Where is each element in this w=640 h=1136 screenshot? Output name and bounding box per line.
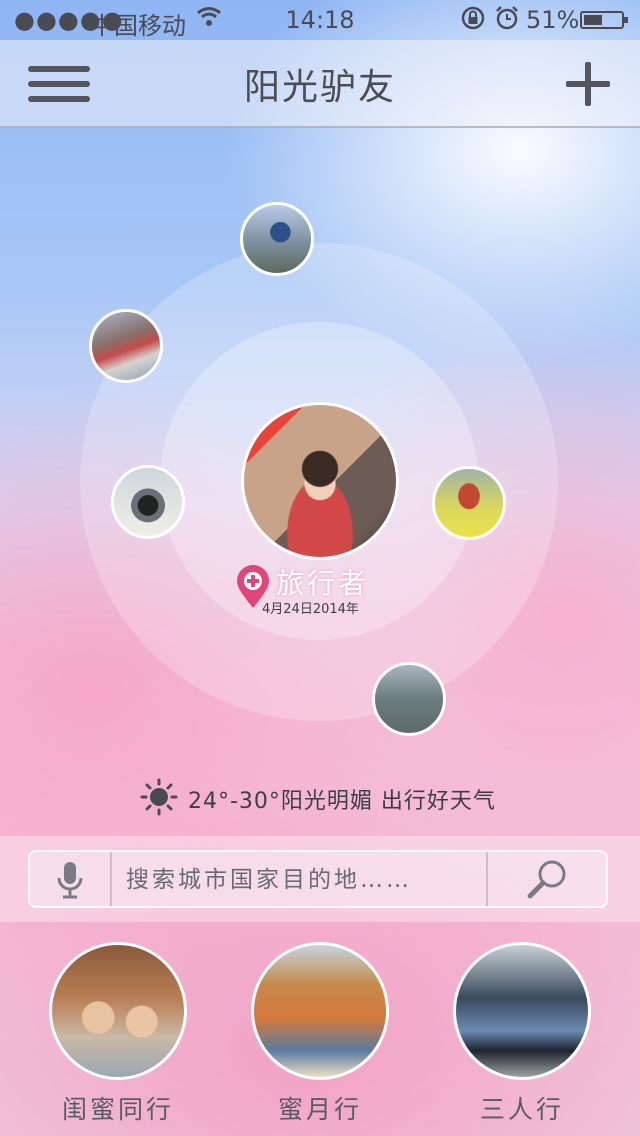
category-besties[interactable]: 闺蜜同行 [48, 942, 188, 1126]
search-input[interactable] [124, 852, 488, 908]
add-button[interactable] [566, 62, 610, 106]
category-photo [49, 942, 187, 1080]
category-photo [453, 942, 591, 1080]
category-trio[interactable]: 三人行 [452, 942, 592, 1126]
search-button[interactable] [486, 852, 606, 906]
category-label: 蜜月行 [277, 1095, 362, 1124]
rotation-lock-icon [460, 5, 486, 37]
featured-traveler-photo[interactable] [241, 402, 399, 560]
search-bar [28, 850, 608, 908]
sun-icon [140, 778, 178, 816]
battery-icon [580, 11, 628, 29]
microphone-icon [56, 860, 84, 904]
category-label: 三人行 [479, 1095, 564, 1124]
traveler-date: 4月24日2014年 [262, 602, 359, 617]
weather-text: 24°-30°阳光明媚 出行好天气 [188, 789, 496, 814]
traveler-label: 旅行者 [276, 567, 370, 600]
category-label: 闺蜜同行 [61, 1095, 174, 1124]
voice-search-button[interactable] [30, 852, 112, 906]
traveler-avatar-4[interactable] [432, 466, 506, 540]
category-photo [251, 942, 389, 1080]
traveler-avatar-1[interactable] [240, 202, 314, 276]
traveler-avatar-2[interactable] [89, 309, 163, 383]
battery-fill [584, 15, 602, 25]
traveler-avatar-5[interactable] [372, 662, 446, 736]
alarm-icon [494, 5, 520, 37]
magnifier-icon [526, 858, 568, 904]
nav-bar: 阳光驴友 [0, 40, 640, 128]
battery-percent: 51% [526, 6, 580, 34]
category-honeymoon[interactable]: 蜜月行 [250, 942, 390, 1126]
page-title: 阳光驴友 [243, 67, 396, 108]
traveler-avatar-3[interactable] [111, 465, 185, 539]
status-bar: ●●●●● 中国移动 14:18 51% [0, 0, 640, 40]
